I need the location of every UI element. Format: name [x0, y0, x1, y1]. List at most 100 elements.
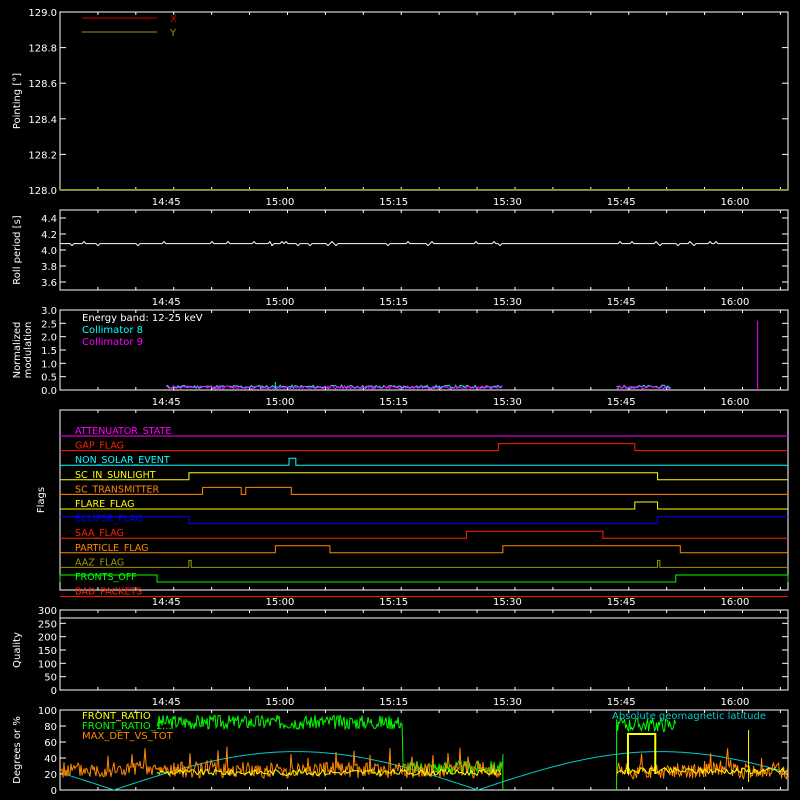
roll-ytick-label: 4.0: [41, 246, 57, 257]
flag-trace: [60, 559, 788, 568]
modulation-ytick-label: 0.0: [41, 386, 57, 397]
modulation-xtick-label: 14:45: [152, 397, 181, 408]
quality-frame: [59, 609, 789, 691]
roll-series-line: [60, 240, 788, 247]
roll-ytick-label: 4.4: [41, 214, 57, 225]
pointing-xtick-label: 15:00: [265, 197, 294, 208]
quicklook-chart: 14:45 15:00 15:15 15:30 15:45 16:00 128.0 128.2…: [12, 8, 789, 797]
modulation-ytick-label: 2.0: [41, 333, 57, 344]
flag-trace: [60, 501, 788, 510]
flag-label: BAD_PACKETS: [75, 587, 142, 598]
roll-xtick-label: 15:30: [493, 297, 522, 308]
flags-xtick-label: 15:30: [493, 597, 522, 608]
flags-xtick-label: 15:45: [607, 597, 636, 608]
modulation-legend-label: Collimator 8: [82, 325, 143, 336]
ratios-ytick-label: 100: [38, 706, 57, 717]
flags-xtick-label: 15:15: [379, 597, 408, 608]
quality-xtick-label: 14:45: [152, 697, 181, 708]
quality-xtick-label: 15:00: [265, 697, 294, 708]
quality-xtick-label: 15:30: [493, 697, 522, 708]
flags-ylabel: Flags: [36, 487, 47, 513]
pointing-xtick-label: 15:45: [607, 197, 636, 208]
flag-label: FLARE_FLAG: [75, 499, 135, 510]
ratios-series-max-det-vs-tot: [616, 748, 789, 781]
roll-ytick-label: 3.8: [41, 262, 57, 273]
flag-trace: [60, 545, 788, 554]
roll-xtick-label: 14:45: [152, 297, 181, 308]
ratios-ytick-label: 40: [44, 754, 57, 765]
pointing-ytick-label: 128.0: [28, 186, 57, 197]
pointing-legend-label: X: [170, 14, 177, 25]
flag-trace: [59, 574, 789, 583]
ratios-ytick-label: 60: [44, 738, 57, 749]
modulation-legend-label: Collimator 9: [82, 337, 143, 348]
pointing-ylabel: Pointing [°]: [12, 73, 23, 129]
modulation-ytick-label: 2.5: [41, 319, 57, 330]
modulation-xtick-label: 15:45: [607, 397, 636, 408]
quality-ytick-label: 200: [38, 633, 57, 644]
flag-label: GAP_FLAG: [75, 441, 124, 452]
modulation-ylabel: Normalized: [12, 322, 23, 379]
modulation-series-collimator-9: [616, 384, 671, 390]
modulation-xtick-label: 15:15: [379, 397, 408, 408]
modulation-legend-header: Energy band: 12-25 keV: [82, 313, 203, 324]
quality-xtick-label: 15:45: [607, 697, 636, 708]
ratios-ytick-label: 20: [44, 770, 57, 781]
pointing-legend-label: Y: [169, 28, 177, 39]
quality-ytick-label: 250: [38, 619, 57, 630]
quality-ytick-label: 300: [38, 606, 57, 617]
flag-label: SC_TRANSMITTER: [75, 484, 160, 495]
quality-ytick-label: 150: [38, 646, 57, 657]
modulation-ytick-label: 0.5: [41, 373, 57, 384]
modulation-xtick-label: 15:30: [493, 397, 522, 408]
flag-label: FRONTS_OFF: [75, 572, 137, 583]
pointing-ytick-label: 128.6: [28, 79, 57, 90]
flag-trace: [60, 516, 788, 525]
modulation-xtick-label: 15:00: [265, 397, 294, 408]
ratios-series-max-det-vs-tot: [59, 746, 503, 779]
roll-frame: [59, 209, 789, 291]
flag-label: SC_IN_SUNLIGHT: [75, 470, 156, 481]
pointing-xtick-label: 16:00: [720, 197, 749, 208]
pointing-xtick-label: 14:45: [152, 197, 181, 208]
pointing-xtick-label: 15:30: [493, 197, 522, 208]
quality-xtick-label: 16:00: [720, 697, 749, 708]
flag-trace: [60, 530, 788, 539]
ratios-legend-label: MAX_DET_VS_TOT: [82, 731, 174, 742]
flag-label: NON_SOLAR_EVENT: [75, 455, 170, 466]
ratios-ytick-label: 80: [44, 722, 57, 733]
flag-label: AAZ_FLAG: [75, 557, 124, 568]
quicklook-figure: 14:45 15:00 15:15 15:30 15:45 16:00 128.0 128.2…: [0, 0, 800, 800]
roll-ytick-label: 4.2: [41, 230, 57, 241]
roll-ytick-label: 3.6: [41, 278, 57, 289]
flag-label: SAA_FLAG: [75, 528, 124, 539]
flag-label: ECLIPSE_FLAG: [75, 514, 143, 525]
modulation-ytick-label: 3.0: [41, 306, 57, 317]
flag-trace: [60, 443, 788, 452]
roll-xtick-label: 15:45: [607, 297, 636, 308]
ratios-annotation: Absolute geomagnetic latitude: [612, 711, 766, 722]
flag-label: ATTENUATOR_STATE: [75, 426, 171, 437]
modulation-xtick-label: 16:00: [720, 397, 749, 408]
quality-ytick-label: 0: [51, 686, 57, 697]
roll-ylabel: Roll period [s]: [12, 215, 23, 284]
pointing-ytick-label: 128.2: [28, 150, 57, 161]
roll-xtick-label: 15:15: [379, 297, 408, 308]
roll-xtick-label: 15:00: [265, 297, 294, 308]
flags-xtick-label: 15:00: [265, 597, 294, 608]
pointing-ytick-label: 129.0: [28, 8, 57, 19]
ratios-ytick-label: 0: [51, 786, 57, 797]
modulation-ytick-label: 1.0: [41, 359, 57, 370]
quality-xtick-label: 15:15: [379, 697, 408, 708]
pointing-ytick-label: 128.4: [28, 115, 57, 126]
ratios-ylabel: Degrees or %: [12, 716, 23, 784]
roll-xtick-label: 16:00: [720, 297, 749, 308]
flag-trace: [60, 472, 788, 481]
modulation-ylabel: modulation: [23, 322, 34, 379]
flag-trace: [60, 486, 788, 495]
flags-xtick-label: 14:45: [152, 597, 181, 608]
quality-ytick-label: 100: [38, 659, 57, 670]
quality-ylabel: Quality: [12, 632, 23, 668]
modulation-ytick-label: 1.5: [41, 346, 57, 357]
flags-xtick-label: 16:00: [720, 597, 749, 608]
